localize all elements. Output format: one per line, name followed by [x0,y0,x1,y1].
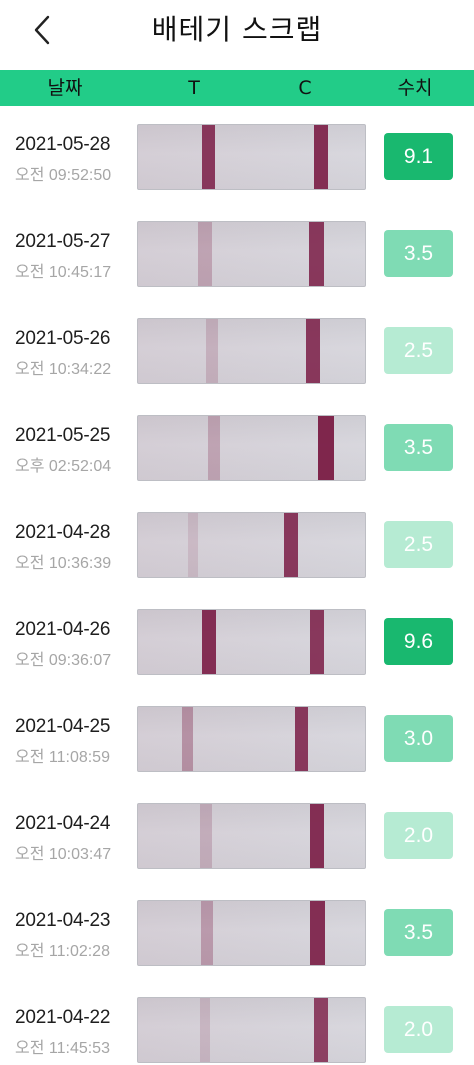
strip-tint [138,901,365,965]
strip-tint [138,125,365,189]
item-date: 2021-04-26 [15,619,111,640]
page-title: 배테기 스크랩 [151,13,323,46]
strip-tint [138,998,365,1062]
item-date: 2021-05-25 [15,425,111,446]
item-date: 2021-04-25 [15,716,111,737]
column-header-date: 날짜 [47,77,83,99]
test-strip-image[interactable] [137,609,366,675]
item-date: 2021-05-27 [15,231,111,252]
list-item[interactable]: 2021-04-22 오전 11:45:53 2.0 [0,979,474,1065]
test-line [202,610,216,674]
item-date: 2021-05-28 [15,134,111,155]
test-strip-image[interactable] [137,415,366,481]
test-strip-image[interactable] [137,997,366,1063]
item-time: 오전 11:45:53 [15,1040,110,1057]
test-strip-image[interactable] [137,221,366,287]
strip-tint [138,804,365,868]
test-line [202,125,215,189]
test-strip-image[interactable] [137,706,366,772]
item-time: 오후 02:52:04 [15,458,112,475]
test-strip-image[interactable] [137,318,366,384]
top-bar: 배테기 스크랩 [0,0,474,70]
value-badge: 3.5 [384,909,453,956]
test-line [208,416,220,480]
test-line [206,319,218,383]
list-item[interactable]: 2021-05-26 오전 10:34:22 2.5 [0,300,474,397]
list-item[interactable]: 2021-04-28 오전 10:36:39 2.5 [0,494,474,591]
list-item[interactable]: 2021-04-26 오전 09:36:07 9.6 [0,591,474,688]
value-badge: 3.0 [384,715,453,762]
test-line [182,707,193,771]
value-badge: 2.5 [384,327,453,374]
value-badge: 2.0 [384,812,453,859]
item-time: 오전 10:36:39 [15,555,112,572]
control-line [295,707,308,771]
list-item[interactable]: 2021-05-25 오후 02:52:04 3.5 [0,397,474,494]
column-header-t: T [188,77,200,99]
control-line [310,901,325,965]
control-line [318,416,334,480]
column-header: 날짜 T C 수치 [0,70,474,106]
list-item[interactable]: 2021-05-28 오전 09:52:50 9.1 [0,106,474,203]
value-badge: 3.5 [384,424,453,471]
test-line [201,901,213,965]
test-strip-image[interactable] [137,900,366,966]
test-line [200,998,210,1062]
test-strip-image[interactable] [137,124,366,190]
item-time: 오전 09:52:50 [15,167,112,184]
value-badge: 2.0 [384,1006,453,1053]
control-line [306,319,320,383]
item-date: 2021-04-23 [15,910,111,931]
test-line [200,804,212,868]
test-strip-image[interactable] [137,512,366,578]
list-item[interactable]: 2021-04-24 오전 10:03:47 2.0 [0,785,474,882]
value-badge: 9.1 [384,133,453,180]
strip-tint [138,610,365,674]
item-time: 오전 11:08:59 [15,749,110,766]
strip-tint [138,319,365,383]
control-line [309,222,324,286]
control-line [314,125,328,189]
value-badge: 3.5 [384,230,453,277]
item-date: 2021-04-28 [15,522,111,543]
list-item[interactable]: 2021-04-23 오전 11:02:28 3.5 [0,882,474,979]
item-time: 오전 10:34:22 [15,361,112,378]
item-date: 2021-04-24 [15,813,111,834]
strip-tint [138,707,365,771]
list-item[interactable]: 2021-04-25 오전 11:08:59 3.0 [0,688,474,785]
item-time: 오전 10:45:17 [15,264,112,281]
item-date: 2021-04-22 [15,1007,111,1028]
strip-tint [138,222,365,286]
list-item[interactable]: 2021-05-27 오전 10:45:17 3.5 [0,203,474,300]
item-time: 오전 10:03:47 [15,846,112,863]
test-strip-image[interactable] [137,803,366,869]
control-line [310,610,324,674]
value-badge: 9.6 [384,618,453,665]
item-time: 오전 11:02:28 [15,943,110,960]
control-line [284,513,298,577]
test-line [188,513,198,577]
control-line [310,804,324,868]
column-header-value: 수치 [397,77,433,99]
item-time: 오전 09:36:07 [15,652,112,669]
column-header-c: C [298,77,312,99]
control-line [314,998,328,1062]
test-line [198,222,212,286]
strip-tint [138,513,365,577]
value-badge: 2.5 [384,521,453,568]
item-date: 2021-05-26 [15,328,111,349]
